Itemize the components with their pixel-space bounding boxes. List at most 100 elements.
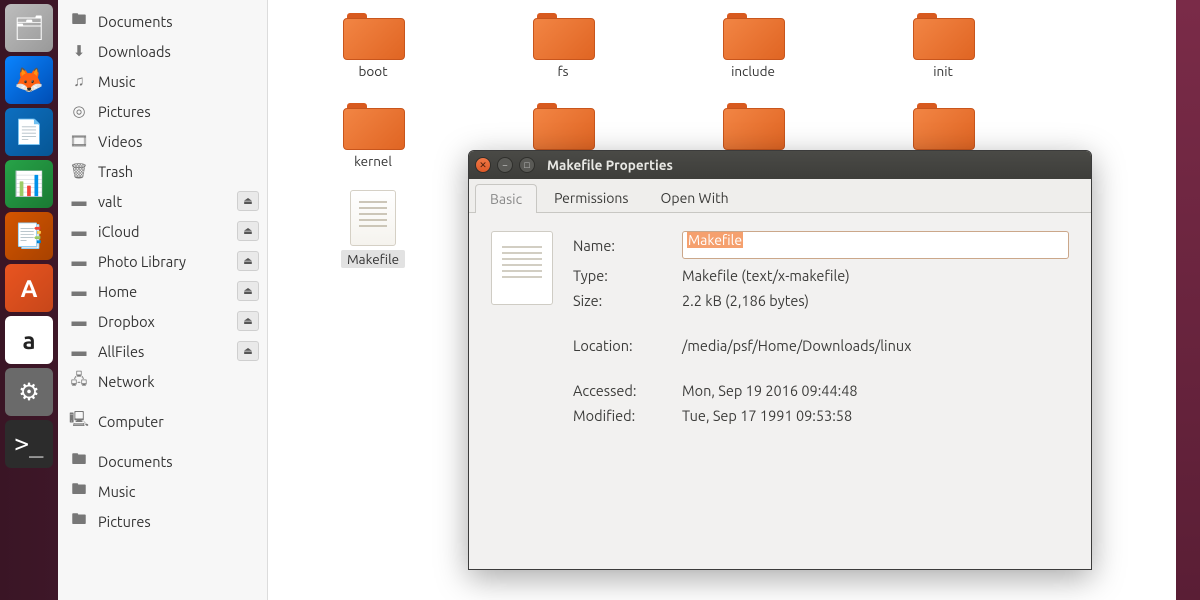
sidebar-item-pictures[interactable]: ◎ Pictures [58,96,267,126]
file-thumbnail-icon [491,231,553,305]
camera-icon: ◎ [70,102,88,120]
launcher-amazon-icon[interactable]: a [5,316,53,364]
dialog-tabs: Basic Permissions Open With [469,179,1091,213]
folder-icon [533,100,593,148]
sidebar-item-label: Videos [98,133,142,150]
sidebar-item-label: Pictures [98,513,151,530]
tab-basic[interactable]: Basic [475,184,537,213]
maximize-icon[interactable]: □ [519,157,535,173]
file-label: Makefile [341,250,405,268]
launcher-firefox-icon[interactable]: 🦊 [5,56,53,104]
tab-open-with[interactable]: Open With [646,183,744,212]
launcher-calc-icon[interactable]: 📊 [5,160,53,208]
location-value: /media/psf/Home/Downloads/linux [682,337,1069,354]
sidebar-item-label: Music [98,73,135,90]
properties-dialog: ✕ – □ Makefile Properties Basic Permissi… [468,150,1092,570]
modified-label: Modified: [573,407,668,424]
launcher-impress-icon[interactable]: 📑 [5,212,53,260]
drive-icon: ▬ [70,342,88,360]
folder-label: init [927,62,959,80]
network-icon: 🖧 [70,372,88,390]
close-icon[interactable]: ✕ [475,157,491,173]
folder-icon: 🖿 [70,452,88,470]
eject-icon[interactable] [237,221,259,241]
folder-icon [533,10,593,58]
folder-include[interactable]: include [708,10,798,80]
sidebar-item-label: iCloud [98,223,139,240]
folder-icon: 🖿 [70,512,88,530]
size-label: Size: [573,292,668,309]
launcher-software-icon[interactable]: A [5,264,53,312]
music-icon: ♫ [70,72,88,90]
sidebar-item-pictures2[interactable]: 🖿 Pictures [58,506,267,536]
sidebar-item-network[interactable]: 🖧 Network [58,366,267,396]
eject-icon[interactable] [237,311,259,331]
folder-kernel[interactable]: kernel [328,100,418,170]
dialog-body: Name: Makefile Type: Makefile (text/x-ma… [469,213,1091,442]
sidebar-item-dropbox[interactable]: ▬ Dropbox [58,306,267,336]
computer-icon: 🖳 [70,412,88,430]
launcher-terminal-icon[interactable]: >_ [5,420,53,468]
size-value: 2.2 kB (2,186 bytes) [682,292,1069,309]
trash-icon: 🗑 [70,162,88,180]
sidebar-item-home[interactable]: ▬Home [58,276,267,306]
sidebar-item-documents2[interactable]: 🖿 Documents [58,446,267,476]
launcher-writer-icon[interactable]: 📄 [5,108,53,156]
accessed-value: Mon, Sep 19 2016 09:44:48 [682,382,1069,399]
folder-icon [343,100,403,148]
folder-icon [913,10,973,58]
folder-icon: 🖿 [70,12,88,30]
file-makefile[interactable]: Makefile [328,190,418,268]
folder-label: fs [551,62,574,80]
launcher-files-icon[interactable]: 🗂 [5,4,53,52]
sidebar-item-trash[interactable]: 🗑Trash [58,156,267,186]
sidebar-item-label: Downloads [98,43,171,60]
eject-icon[interactable] [237,281,259,301]
sidebar-item-music2[interactable]: 🖿Music [58,476,267,506]
sidebar-item-label: Home [98,283,137,300]
minimize-icon[interactable]: – [497,157,513,173]
type-value: Makefile (text/x-makefile) [682,267,1069,284]
sidebar-item-label: Network [98,373,155,390]
sidebar-item-computer[interactable]: 🖳 Computer [58,406,267,436]
folder-label: boot [353,62,394,80]
sidebar-item-label: Photo Library [98,253,186,270]
sidebar-item-videos[interactable]: 🎞Videos [58,126,267,156]
eject-icon[interactable] [237,341,259,361]
folder-label: kernel [348,152,398,170]
folder-fs[interactable]: fs [518,10,608,80]
drive-icon: ▬ [70,192,88,210]
name-input[interactable]: Makefile [682,231,1069,259]
modified-value: Tue, Sep 17 1991 09:53:58 [682,407,1069,424]
dialog-titlebar[interactable]: ✕ – □ Makefile Properties [469,151,1091,179]
folder-init[interactable]: init [898,10,988,80]
sidebar-item-downloads[interactable]: ⬇Downloads [58,36,267,66]
folder-icon [913,100,973,148]
sidebar-item-label: Computer [98,413,164,430]
location-label: Location: [573,337,668,354]
sidebar-item-valt[interactable]: ▬ valt [58,186,267,216]
sidebar-item-allfiles[interactable]: ▬AllFiles [58,336,267,366]
sidebar-item-icloud[interactable]: ▬iCloud [58,216,267,246]
document-icon [350,190,396,246]
accessed-label: Accessed: [573,382,668,399]
folder-boot[interactable]: boot [328,10,418,80]
eject-icon[interactable] [237,191,259,211]
drive-icon: ▬ [70,312,88,330]
dialog-title: Makefile Properties [547,157,673,173]
sidebar-item-label: Pictures [98,103,151,120]
sidebar-item-photo-library[interactable]: ▬ Photo Library [58,246,267,276]
sidebar-item-documents[interactable]: 🖿Documents [58,6,267,36]
launcher-settings-icon[interactable]: ⚙ [5,368,53,416]
sidebar-item-label: Dropbox [98,313,155,330]
folder-icon [723,100,783,148]
name-label: Name: [573,237,668,254]
tab-permissions[interactable]: Permissions [539,183,643,212]
folder-icon [723,10,783,58]
eject-icon[interactable] [237,251,259,271]
sidebar-item-music[interactable]: ♫ Music [58,66,267,96]
sidebar-item-label: valt [98,193,122,210]
drive-icon: ▬ [70,252,88,270]
sidebar-item-label: Documents [98,453,173,470]
desktop-background [1176,0,1200,600]
